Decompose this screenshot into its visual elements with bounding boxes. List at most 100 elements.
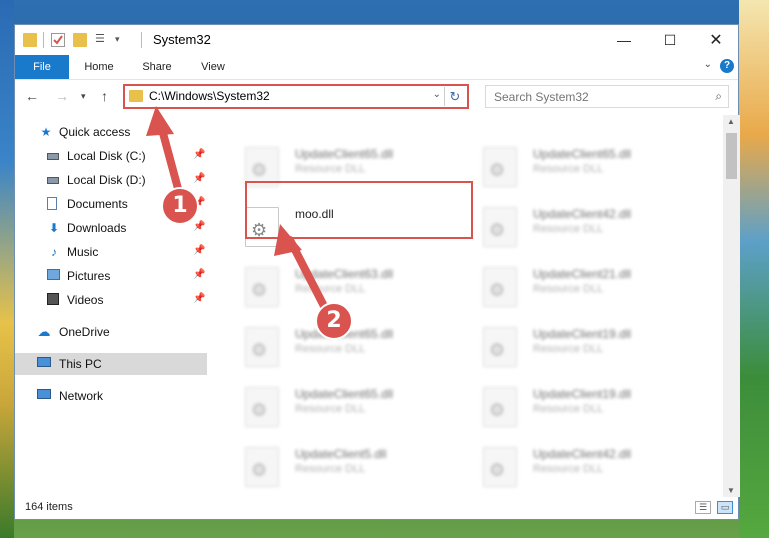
scrollbar-thumb[interactable]: [726, 133, 737, 179]
drive-icon: [47, 173, 61, 187]
title-bar: ☰ ▾ System32 — ☐ ✕: [15, 25, 738, 55]
address-path[interactable]: C:\Windows\System32: [149, 89, 270, 103]
up-button[interactable]: ↑: [101, 88, 108, 104]
file-name: UpdateClient63.dll: [295, 267, 394, 281]
help-icon[interactable]: ?: [720, 59, 734, 73]
pin-icon[interactable]: 📌: [193, 245, 205, 256]
file-item[interactable]: ⚙ UpdateClient5.dll Resource DLL: [235, 441, 460, 493]
desktop-background-right: [739, 0, 769, 538]
file-item[interactable]: ⚙ UpdateClient19.dll Resource DLL: [473, 381, 698, 433]
dll-file-icon: ⚙: [483, 387, 517, 427]
properties-icon[interactable]: [51, 33, 65, 47]
sidebar-item-label: Local Disk (D:): [67, 173, 146, 187]
file-name: UpdateClient65.dll: [533, 147, 632, 161]
forward-button[interactable]: →: [55, 88, 69, 104]
computer-icon: [37, 357, 51, 371]
separator: [43, 32, 44, 48]
pin-icon[interactable]: 📌: [193, 269, 205, 280]
pin-icon[interactable]: 📌: [193, 293, 205, 304]
sidebar-item-videos[interactable]: Videos 📌: [15, 289, 207, 311]
chevron-down-icon[interactable]: ⌄: [433, 89, 441, 100]
file-item[interactable]: ⚙ UpdateClient42.dll Resource DLL: [473, 441, 698, 493]
details-view-icon[interactable]: ☰: [695, 501, 711, 514]
dll-file-icon: ⚙: [245, 387, 279, 427]
sidebar-item-label: OneDrive: [59, 325, 110, 339]
navigation-pane: ★ Quick access Local Disk (C:) 📌 Local D…: [15, 115, 207, 495]
file-type: Resource DLL: [533, 403, 604, 415]
search-input[interactable]: [492, 89, 701, 105]
pin-icon[interactable]: 📌: [193, 173, 205, 184]
sidebar-item-label: Documents: [67, 197, 128, 211]
sidebar-item-music[interactable]: ♪ Music 📌: [15, 241, 207, 263]
file-type: Resource DLL: [295, 343, 366, 355]
dll-file-icon: ⚙: [245, 267, 279, 307]
refresh-icon[interactable]: ↻: [444, 87, 465, 106]
file-item[interactable]: ⚙ UpdateClient21.dll Resource DLL: [473, 261, 698, 313]
sidebar-item-local-disk-c[interactable]: Local Disk (C:) 📌: [15, 145, 207, 167]
dll-file-icon: ⚙: [483, 327, 517, 367]
expand-ribbon-icon[interactable]: ⌄: [704, 59, 712, 70]
star-icon: ★: [40, 125, 52, 139]
dll-file-icon: ⚙: [483, 447, 517, 487]
sidebar-item-network[interactable]: Network: [15, 385, 207, 407]
vertical-scrollbar[interactable]: ▲ ▼: [723, 115, 740, 497]
navigation-bar: ← → ▾ ↑ C:\Windows\System32 ⌄ ↻ ⌕: [15, 80, 738, 114]
step-1-badge: 1: [161, 187, 199, 225]
folder-icon[interactable]: [23, 33, 37, 47]
maximize-button[interactable]: ☐: [647, 25, 693, 55]
tab-file[interactable]: File: [15, 55, 69, 79]
sidebar-item-onedrive[interactable]: ☁ OneDrive: [15, 321, 207, 343]
file-item[interactable]: ⚙ UpdateClient19.dll Resource DLL: [473, 321, 698, 373]
file-item[interactable]: ⚙ UpdateClient65.dll Resource DLL: [235, 381, 460, 433]
file-name: UpdateClient42.dll: [533, 207, 632, 221]
sidebar-item-label: Network: [59, 389, 104, 403]
file-name: UpdateClient65.dll: [295, 147, 394, 161]
file-name: UpdateClient42.dll: [533, 447, 632, 461]
sidebar-item-label: Local Disk (C:): [67, 149, 146, 163]
status-bar: 164 items ☰ ▭: [15, 497, 738, 519]
search-icon[interactable]: ⌕: [715, 89, 722, 104]
file-item[interactable]: ⚙ UpdateClient63.dll Resource DLL: [235, 261, 460, 313]
cloud-icon: ☁: [37, 324, 51, 339]
pin-icon[interactable]: 📌: [193, 221, 205, 232]
sidebar-item-label: Downloads: [67, 221, 127, 235]
large-icons-view-icon[interactable]: ▭: [717, 501, 733, 514]
pin-icon[interactable]: 📌: [193, 149, 205, 160]
back-button[interactable]: ←: [25, 88, 39, 104]
file-item[interactable]: ⚙ UpdateClient42.dll Resource DLL: [473, 201, 698, 253]
sidebar-item-pictures[interactable]: Pictures 📌: [15, 265, 207, 287]
file-type: Resource DLL: [295, 403, 366, 415]
address-bar[interactable]: C:\Windows\System32 ⌄ ↻: [123, 84, 469, 109]
dll-file-icon: ⚙: [245, 327, 279, 367]
tab-home[interactable]: Home: [77, 55, 121, 79]
file-type: Resource DLL: [533, 463, 604, 475]
scroll-up-icon[interactable]: ▲: [727, 117, 735, 126]
sidebar-item-label: Quick access: [59, 125, 131, 139]
file-item[interactable]: ⚙ UpdateClient65.dll Resource DLL: [473, 141, 698, 193]
dll-file-icon: ⚙: [483, 147, 517, 187]
sidebar-item-label: Pictures: [67, 269, 111, 283]
file-type: Resource DLL: [533, 343, 604, 355]
separator: [141, 32, 142, 48]
file-name: UpdateClient65.dll: [295, 387, 394, 401]
documents-icon: [47, 197, 61, 211]
sidebar-item-label: This PC: [59, 357, 102, 371]
sidebar-item-this-pc[interactable]: This PC: [15, 353, 207, 375]
close-button[interactable]: ✕: [693, 25, 739, 55]
customize-icon[interactable]: ☰: [95, 32, 111, 48]
file-type: Resource DLL: [533, 163, 604, 175]
file-name: UpdateClient5.dll: [295, 447, 387, 461]
tab-share[interactable]: Share: [135, 55, 179, 79]
scroll-down-icon[interactable]: ▼: [727, 486, 735, 495]
file-list: ⚙ UpdateClient65.dll Resource DLL ⚙ Upda…: [220, 115, 723, 495]
sidebar-item-quick-access[interactable]: ★ Quick access: [15, 121, 207, 143]
file-explorer-window: ☰ ▾ System32 — ☐ ✕ File Home Share View …: [14, 24, 740, 520]
file-type: Resource DLL: [533, 283, 604, 295]
dropdown-arrow-icon[interactable]: ▾: [115, 34, 120, 50]
search-box[interactable]: ⌕: [485, 85, 729, 108]
new-folder-icon[interactable]: [73, 33, 87, 47]
tab-view[interactable]: View: [191, 55, 235, 79]
minimize-button[interactable]: —: [601, 25, 647, 55]
ribbon: File Home Share View ⌄ ?: [15, 55, 738, 80]
recent-locations-icon[interactable]: ▾: [81, 91, 86, 102]
